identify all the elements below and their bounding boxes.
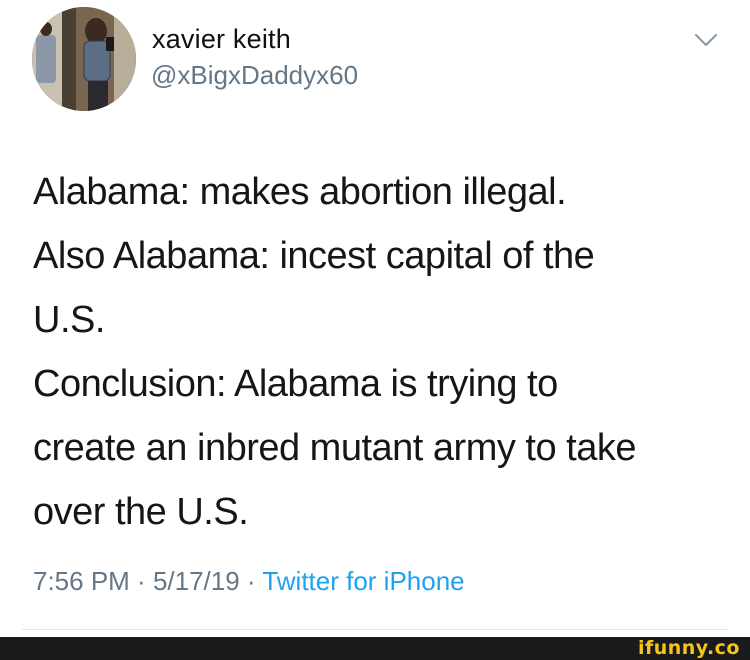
- user-handle[interactable]: @xBigxDaddyx60: [151, 60, 358, 91]
- tweet-line: U.S.: [33, 299, 105, 341]
- display-name[interactable]: xavier keith: [152, 24, 291, 55]
- ifunny-watermark: ifunny.co: [637, 637, 740, 659]
- tweet-meta: 7:56 PM · 5/17/19 · Twitter for iPhone: [33, 566, 465, 597]
- tweet-line: create an inbred mutant army to take: [33, 427, 637, 469]
- watermark-bar: ifunny.co: [0, 637, 750, 660]
- meta-separator: ·: [239, 566, 263, 596]
- tweet-line: Conclusion: Alabama is trying to: [33, 363, 558, 405]
- tweet-line: Alabama: makes abortion illegal.: [33, 171, 567, 213]
- tweet-date[interactable]: 5/17/19: [153, 566, 240, 596]
- meta-separator: ·: [129, 566, 153, 596]
- tweet-time[interactable]: 7:56 PM: [33, 566, 130, 596]
- avatar[interactable]: [32, 7, 136, 111]
- divider: [22, 629, 728, 630]
- tweet-line: Also Alabama: incest capital of the: [33, 235, 595, 277]
- tweet-text: Alabama: makes abortion illegal. Also Al…: [33, 160, 733, 544]
- chevron-down-icon[interactable]: [693, 30, 719, 50]
- tweet-source-link[interactable]: Twitter for iPhone: [262, 566, 464, 596]
- avatar-photo: [32, 7, 136, 111]
- tweet-line: over the U.S.: [33, 491, 249, 533]
